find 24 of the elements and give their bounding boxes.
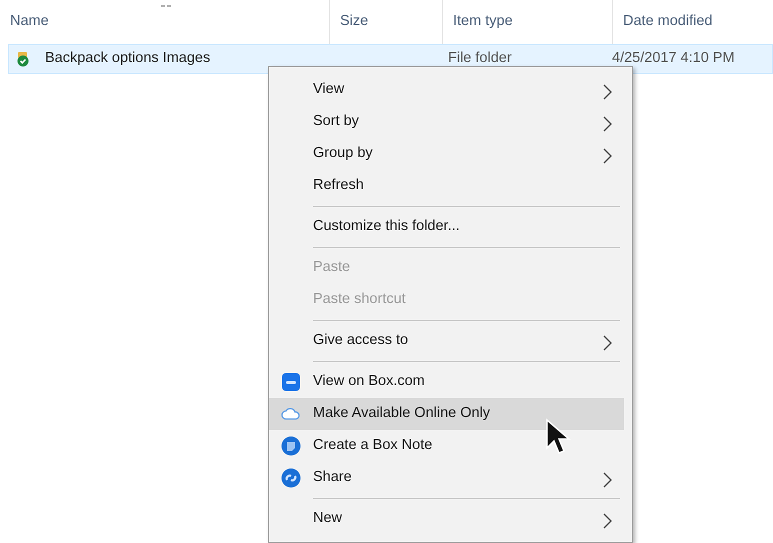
- menu-item[interactable]: Create a Box Note: [269, 430, 624, 462]
- menu-item[interactable]: Sort by: [269, 106, 624, 138]
- menu-item[interactable]: Make Available Online Only: [269, 398, 624, 430]
- menu-item[interactable]: View: [269, 74, 624, 106]
- date-modified: 4/25/2017 4:10 PM: [612, 50, 735, 66]
- column-header[interactable]: Date modified: [623, 11, 712, 33]
- file-name: Backpack options Images: [45, 49, 210, 68]
- share-icon: [281, 468, 301, 488]
- menu-item[interactable]: New: [269, 503, 624, 535]
- mouse-cursor-icon: [545, 418, 571, 456]
- column-header[interactable]: Size: [340, 11, 368, 33]
- menu-item[interactable]: Give access to: [269, 325, 624, 357]
- menu-item[interactable]: Group by: [269, 138, 624, 170]
- sort-indicator-icon: [160, 4, 172, 8]
- note-icon: [281, 436, 301, 456]
- menu-item[interactable]: Share: [269, 462, 624, 494]
- box-app-icon: [281, 372, 301, 392]
- menu-item[interactable]: Refresh: [269, 170, 624, 202]
- cloud-icon: [281, 407, 301, 421]
- item-type: File folder: [448, 50, 512, 66]
- menu-item[interactable]: Customize this folder...: [269, 211, 624, 243]
- column-header[interactable]: Item type: [453, 11, 513, 33]
- column-header[interactable]: Name: [10, 11, 49, 33]
- menu-item[interactable]: View on Box.com: [269, 366, 624, 398]
